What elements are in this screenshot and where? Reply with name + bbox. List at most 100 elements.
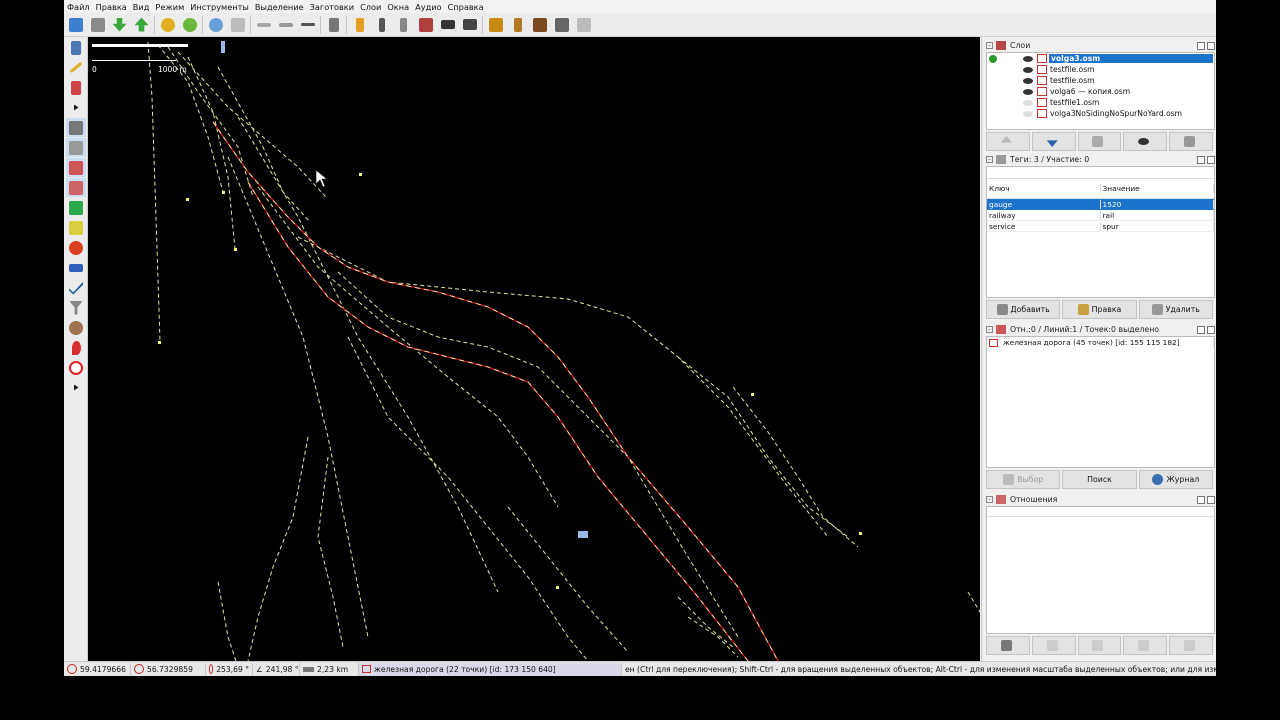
menu-layers[interactable]: Слои — [360, 2, 381, 12]
delete-relation-button[interactable] — [1123, 636, 1168, 655]
warning-icon[interactable] — [486, 15, 505, 35]
collapse-icon[interactable]: - — [986, 156, 993, 163]
save-icon[interactable] — [88, 15, 107, 35]
move-up-button[interactable] — [986, 132, 1030, 151]
list-item[interactable]: железная дорога (45 точек) [id: 155 115 … — [987, 337, 1214, 348]
conflict-icon[interactable] — [66, 218, 86, 237]
layer-row[interactable]: volga3.osm — [987, 53, 1214, 64]
select-button[interactable]: Выбор — [986, 470, 1061, 489]
tags-toggle-icon[interactable] — [66, 138, 86, 157]
dock-icon[interactable] — [1197, 495, 1205, 504]
preferences-icon[interactable] — [228, 15, 247, 35]
rail-signal-2-icon[interactable] — [394, 15, 413, 35]
merge-icon[interactable] — [66, 258, 86, 277]
table-row[interactable]: railway rail — [987, 210, 1214, 221]
menu-edit[interactable]: Правка — [96, 2, 127, 12]
layer-row[interactable]: testfile1.osm — [987, 97, 1214, 108]
eye-hidden-icon[interactable] — [1023, 110, 1033, 117]
table-row[interactable]: gauge 1520 — [987, 199, 1214, 210]
split-icon[interactable] — [324, 15, 343, 35]
restaurant-icon[interactable] — [508, 15, 527, 35]
collapse-icon[interactable]: - — [986, 496, 993, 503]
relations-toggle-icon[interactable] — [66, 178, 86, 197]
car-icon[interactable] — [438, 15, 457, 35]
distribute-icon[interactable] — [298, 15, 317, 35]
eye-icon[interactable] — [1023, 66, 1033, 73]
undo-icon[interactable] — [158, 15, 177, 35]
close-icon[interactable] — [1207, 41, 1215, 50]
upload-icon[interactable] — [132, 15, 151, 35]
style-icon[interactable] — [66, 318, 86, 337]
close-icon[interactable] — [1207, 155, 1215, 164]
industrial-icon[interactable] — [552, 15, 571, 35]
dock-icon[interactable] — [1197, 325, 1205, 334]
duplicate-relation-button[interactable] — [1077, 636, 1122, 655]
layers-toggle-icon[interactable] — [66, 118, 86, 137]
collapse-icon[interactable]: - — [986, 326, 993, 333]
history-button[interactable]: Журнал — [1138, 470, 1213, 489]
improve-way-icon[interactable] — [66, 78, 86, 97]
map-canvas[interactable] — [88, 37, 980, 661]
grid-icon[interactable] — [574, 15, 593, 35]
eye-hidden-icon[interactable] — [1023, 99, 1033, 106]
menu-windows[interactable]: Окна — [387, 2, 409, 12]
close-icon[interactable] — [1207, 325, 1215, 334]
menu-mode[interactable]: Режим — [155, 2, 184, 12]
table-row[interactable]: service spur — [987, 221, 1214, 232]
tags-filter-input[interactable] — [987, 167, 1214, 179]
draw-tool-icon[interactable] — [66, 58, 86, 77]
layer-row[interactable]: testfile.osm — [987, 64, 1214, 75]
map-icon[interactable] — [66, 198, 86, 217]
collapse-icon[interactable]: - — [986, 42, 993, 49]
menu-selection[interactable]: Выделение — [255, 2, 304, 12]
toggle-visibility-button[interactable] — [1123, 132, 1168, 151]
redo-icon[interactable] — [180, 15, 199, 35]
delete-layer-button[interactable] — [1169, 132, 1213, 151]
castle-icon[interactable] — [530, 15, 549, 35]
validate-icon[interactable] — [66, 278, 86, 297]
value-column-header[interactable]: Значение — [1101, 184, 1214, 193]
menu-presets[interactable]: Заготовки — [310, 2, 354, 12]
menu-file[interactable]: Файл — [67, 2, 90, 12]
bus-icon[interactable] — [460, 15, 479, 35]
menu-help[interactable]: Справка — [448, 2, 484, 12]
select-tool-icon[interactable] — [66, 38, 86, 57]
map-view[interactable]: 0 1000 m — [88, 37, 980, 661]
add-tag-button[interactable]: Добавить — [986, 300, 1061, 319]
zoom-icon[interactable] — [206, 15, 225, 35]
search-button[interactable]: Поиск — [1062, 470, 1137, 489]
key-column-header[interactable]: Ключ — [987, 184, 1101, 193]
download-icon[interactable] — [110, 15, 129, 35]
menu-audio[interactable]: Аудио — [415, 2, 441, 12]
select-members-button[interactable] — [1169, 636, 1213, 655]
menu-tools[interactable]: Инструменты — [190, 2, 249, 12]
edit-tag-button[interactable]: Правка — [1062, 300, 1137, 319]
eye-icon[interactable] — [1023, 88, 1033, 95]
layer-row[interactable]: volga6 — копия.osm — [987, 86, 1214, 97]
add-relation-button[interactable] — [986, 636, 1030, 655]
notes-icon[interactable] — [66, 338, 86, 357]
no-entry-icon[interactable] — [66, 358, 86, 377]
dock-icon[interactable] — [1197, 41, 1205, 50]
expand-tools-icon[interactable] — [66, 98, 86, 117]
open-icon[interactable] — [66, 15, 85, 35]
layer-row[interactable]: volga3NoSidingNoSpurNoYard.osm — [987, 108, 1214, 119]
layer-row[interactable]: testfile.osm — [987, 75, 1214, 86]
rail-signal-icon[interactable] — [372, 15, 391, 35]
close-icon[interactable] — [1207, 495, 1215, 504]
selection-toggle-icon[interactable] — [66, 158, 86, 177]
delete-tag-button[interactable]: Удалить — [1138, 300, 1213, 319]
merge-layer-button[interactable] — [1077, 132, 1122, 151]
eye-icon[interactable] — [1023, 55, 1033, 62]
move-down-button[interactable] — [1031, 132, 1076, 151]
align-circle-icon[interactable] — [276, 15, 295, 35]
eye-icon[interactable] — [1023, 77, 1033, 84]
menu-view[interactable]: Вид — [133, 2, 150, 12]
users-icon[interactable] — [66, 238, 86, 257]
align-line-icon[interactable] — [254, 15, 273, 35]
expand-tools-2-icon[interactable] — [66, 378, 86, 397]
relations-filter-input[interactable] — [987, 507, 1214, 517]
railway-crossing-icon[interactable] — [350, 15, 369, 35]
dock-icon[interactable] — [1197, 155, 1205, 164]
brick-wall-icon[interactable] — [416, 15, 435, 35]
